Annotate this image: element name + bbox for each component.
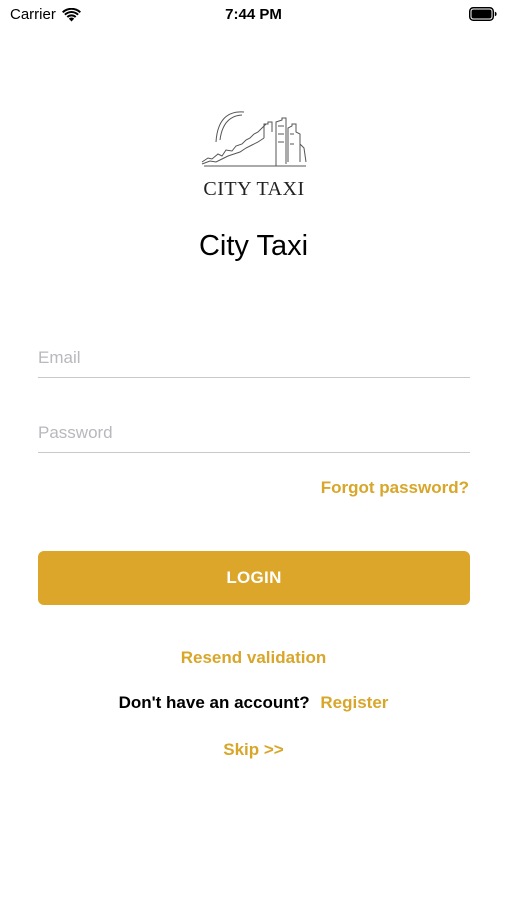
email-field[interactable] xyxy=(38,338,470,377)
skyline-icon xyxy=(201,111,307,167)
logo-text: CITY TAXI xyxy=(203,178,305,200)
email-field-container xyxy=(38,338,470,378)
battery-icon xyxy=(469,7,497,21)
resend-validation-link[interactable]: Resend validation xyxy=(181,648,326,667)
clock: 7:44 PM xyxy=(225,6,282,23)
password-field[interactable] xyxy=(38,413,470,452)
register-link[interactable]: Register xyxy=(320,693,388,712)
register-row: Don't have an account? Register xyxy=(0,693,507,713)
login-button[interactable]: LOGIN xyxy=(38,551,470,605)
skip-link[interactable]: Skip >> xyxy=(223,740,283,759)
city-taxi-logo: CITY TAXI xyxy=(198,104,310,200)
skip-row: Skip >> xyxy=(0,740,507,760)
status-bar: Carrier 7:44 PM xyxy=(0,0,507,30)
password-field-container xyxy=(38,413,470,453)
resend-validation-row: Resend validation xyxy=(0,648,507,668)
no-account-prompt: Don't have an account? xyxy=(118,693,310,712)
app-title: City Taxi xyxy=(198,230,309,262)
forgot-password-link[interactable]: Forgot password? xyxy=(321,478,469,498)
